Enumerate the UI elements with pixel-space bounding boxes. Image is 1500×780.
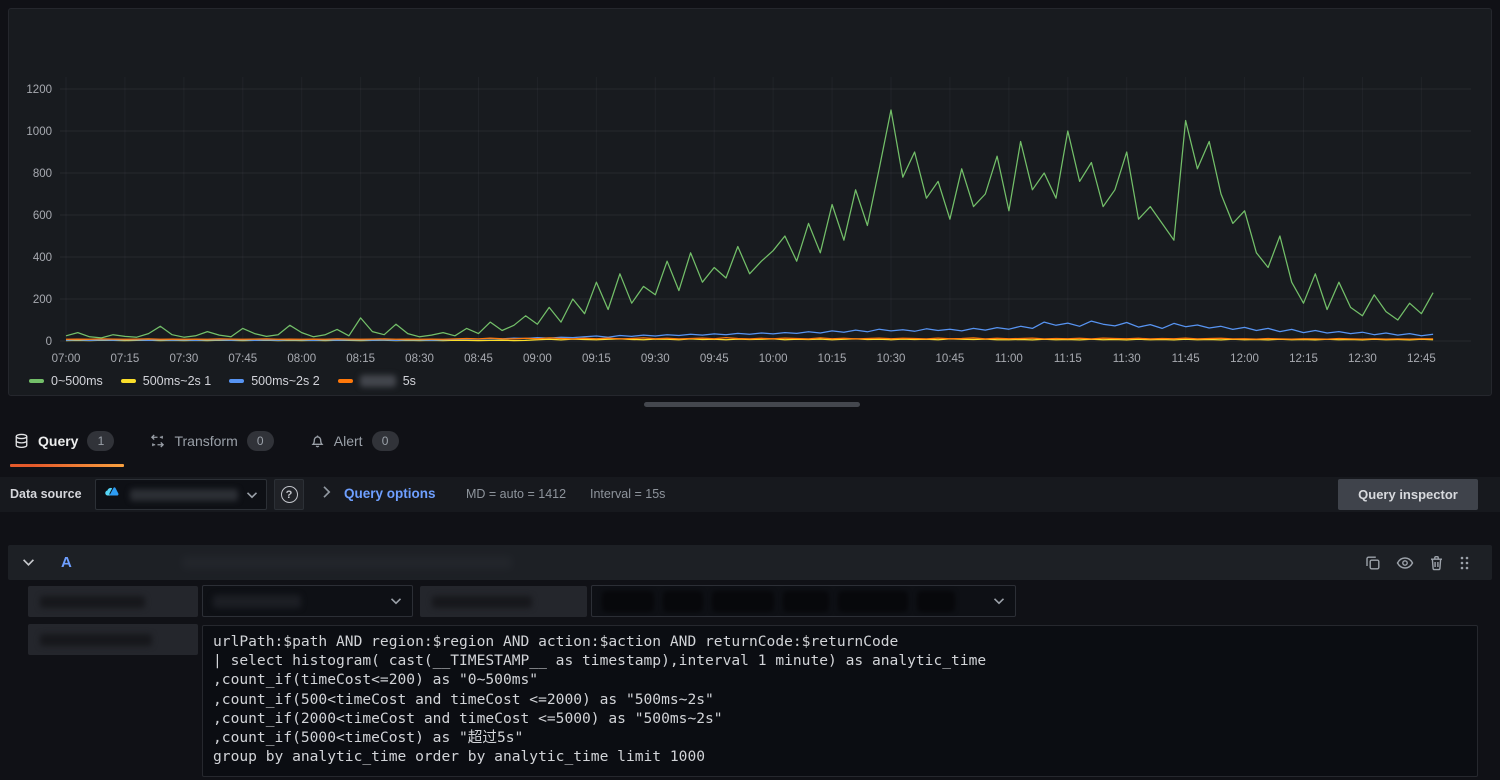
svg-text:08:30: 08:30 xyxy=(405,353,434,365)
form-select-1[interactable] xyxy=(202,585,413,617)
svg-text:1000: 1000 xyxy=(26,126,52,138)
collapse-chevron-icon[interactable] xyxy=(22,558,35,567)
form-select-2[interactable] xyxy=(591,585,1016,617)
svg-text:07:45: 07:45 xyxy=(228,353,257,365)
query-toolbar: Data source ? Query options MD = auto = … xyxy=(0,477,1500,512)
svg-text:0: 0 xyxy=(46,336,52,348)
svg-text:12:00: 12:00 xyxy=(1230,353,1259,365)
grafana-panel-editor: { "tabs": [ { "label": "Query", "count":… xyxy=(0,0,1500,780)
svg-text:09:45: 09:45 xyxy=(700,353,729,365)
form-field-label-redacted xyxy=(420,586,587,617)
svg-text:12:45: 12:45 xyxy=(1407,353,1436,365)
datasource-help-button[interactable]: ? xyxy=(274,479,304,510)
pane-resize-handle[interactable] xyxy=(644,402,860,407)
svg-text:400: 400 xyxy=(33,252,52,264)
datasource-label: Data source xyxy=(10,487,82,501)
legend-item-3[interactable]: 5s xyxy=(338,374,416,388)
svg-text:11:45: 11:45 xyxy=(1172,353,1200,365)
svg-text:12:15: 12:15 xyxy=(1289,353,1318,365)
timeseries-panel: 0 200 400 600 800 1000 1200 07:00 07:15 07:30 07:4… xyxy=(8,8,1492,396)
query-options-interval-summary: Interval = 15s xyxy=(590,487,665,501)
help-icon: ? xyxy=(281,486,298,503)
tab-transform[interactable]: Transform 0 xyxy=(146,421,277,461)
svg-text:08:15: 08:15 xyxy=(346,353,375,365)
svg-text:10:45: 10:45 xyxy=(936,353,965,365)
redacted-values xyxy=(602,591,955,612)
svg-text:1200: 1200 xyxy=(26,84,52,96)
chevron-down-icon xyxy=(246,491,258,499)
chevron-right-icon[interactable] xyxy=(322,485,331,503)
transform-icon xyxy=(150,433,165,449)
chart-legend: 0~500ms 500ms~2s 1 500ms~2s 2 5s xyxy=(29,374,416,388)
svg-text:200: 200 xyxy=(33,294,52,306)
tab-query-label: Query xyxy=(38,433,78,449)
svg-text:09:30: 09:30 xyxy=(641,353,670,365)
timeseries-chart[interactable]: 0 200 400 600 800 1000 1200 07:00 07:15 07:30 07:4… xyxy=(9,9,1493,395)
query-ref-id: A xyxy=(61,554,72,571)
query-options-md-summary: MD = auto = 1412 xyxy=(466,487,566,501)
duplicate-query-icon[interactable] xyxy=(1365,555,1381,571)
tab-transform-count-badge: 0 xyxy=(247,431,274,451)
query-text-editor[interactable]: urlPath:$path AND region:$region AND act… xyxy=(202,625,1478,777)
svg-text:12:30: 12:30 xyxy=(1348,353,1377,365)
svg-text:07:30: 07:30 xyxy=(169,353,198,365)
bell-icon xyxy=(310,433,325,449)
form-field-label-redacted xyxy=(28,586,198,617)
legend-label: 500ms~2s 1 xyxy=(143,374,211,388)
svg-text:08:00: 08:00 xyxy=(287,353,316,365)
query-row-actions xyxy=(1365,555,1470,571)
svg-text:09:00: 09:00 xyxy=(523,353,552,365)
datasource-picker[interactable] xyxy=(95,479,267,510)
tab-query-count-badge: 1 xyxy=(87,431,114,451)
delete-query-trash-icon[interactable] xyxy=(1429,555,1444,571)
query-inspector-button[interactable]: Query inspector xyxy=(1338,479,1478,510)
legend-item-0[interactable]: 0~500ms xyxy=(29,374,103,388)
svg-text:600: 600 xyxy=(33,210,52,222)
svg-text:11:00: 11:00 xyxy=(995,353,1023,365)
legend-swatch xyxy=(338,379,353,383)
toggle-visibility-eye-icon[interactable] xyxy=(1396,555,1414,571)
tab-transform-label: Transform xyxy=(174,433,237,449)
svg-text:07:15: 07:15 xyxy=(111,353,140,365)
svg-text:10:00: 10:00 xyxy=(759,353,788,365)
legend-label: 500ms~2s 2 xyxy=(251,374,319,388)
query-options-toggle[interactable]: Query options xyxy=(344,486,436,501)
tab-alert-label: Alert xyxy=(334,433,363,449)
svg-text:11:15: 11:15 xyxy=(1054,353,1082,365)
tab-query[interactable]: Query 1 xyxy=(10,421,118,461)
editor-tabbar: Query 1 Transform 0 Alert 0 xyxy=(10,421,403,461)
datasource-name-redacted xyxy=(130,489,238,501)
query-row-redacted-text xyxy=(182,556,512,569)
svg-text:800: 800 xyxy=(33,168,52,180)
legend-label: 0~500ms xyxy=(51,374,103,388)
form-field-label-redacted xyxy=(28,624,198,655)
legend-item-1[interactable]: 500ms~2s 1 xyxy=(121,374,211,388)
svg-text:08:45: 08:45 xyxy=(464,353,493,365)
svg-text:10:30: 10:30 xyxy=(877,353,906,365)
cloud-datasource-icon xyxy=(104,484,122,505)
legend-label: 5s xyxy=(403,374,416,388)
chevron-down-icon xyxy=(993,597,1005,605)
tab-alert-count-badge: 0 xyxy=(372,431,399,451)
legend-swatch xyxy=(29,379,44,383)
query-row-header[interactable]: A xyxy=(8,545,1492,580)
legend-item-2[interactable]: 500ms~2s 2 xyxy=(229,374,319,388)
database-icon xyxy=(14,433,29,449)
svg-text:07:00: 07:00 xyxy=(52,353,81,365)
svg-text:10:15: 10:15 xyxy=(818,353,847,365)
svg-text:11:30: 11:30 xyxy=(1113,353,1141,365)
legend-swatch xyxy=(229,379,244,383)
chevron-down-icon xyxy=(390,597,402,605)
drag-handle-icon[interactable] xyxy=(1459,555,1470,571)
tab-alert[interactable]: Alert 0 xyxy=(306,421,403,461)
legend-swatch xyxy=(121,379,136,383)
legend-label-redacted xyxy=(360,375,396,387)
svg-text:09:15: 09:15 xyxy=(582,353,611,365)
